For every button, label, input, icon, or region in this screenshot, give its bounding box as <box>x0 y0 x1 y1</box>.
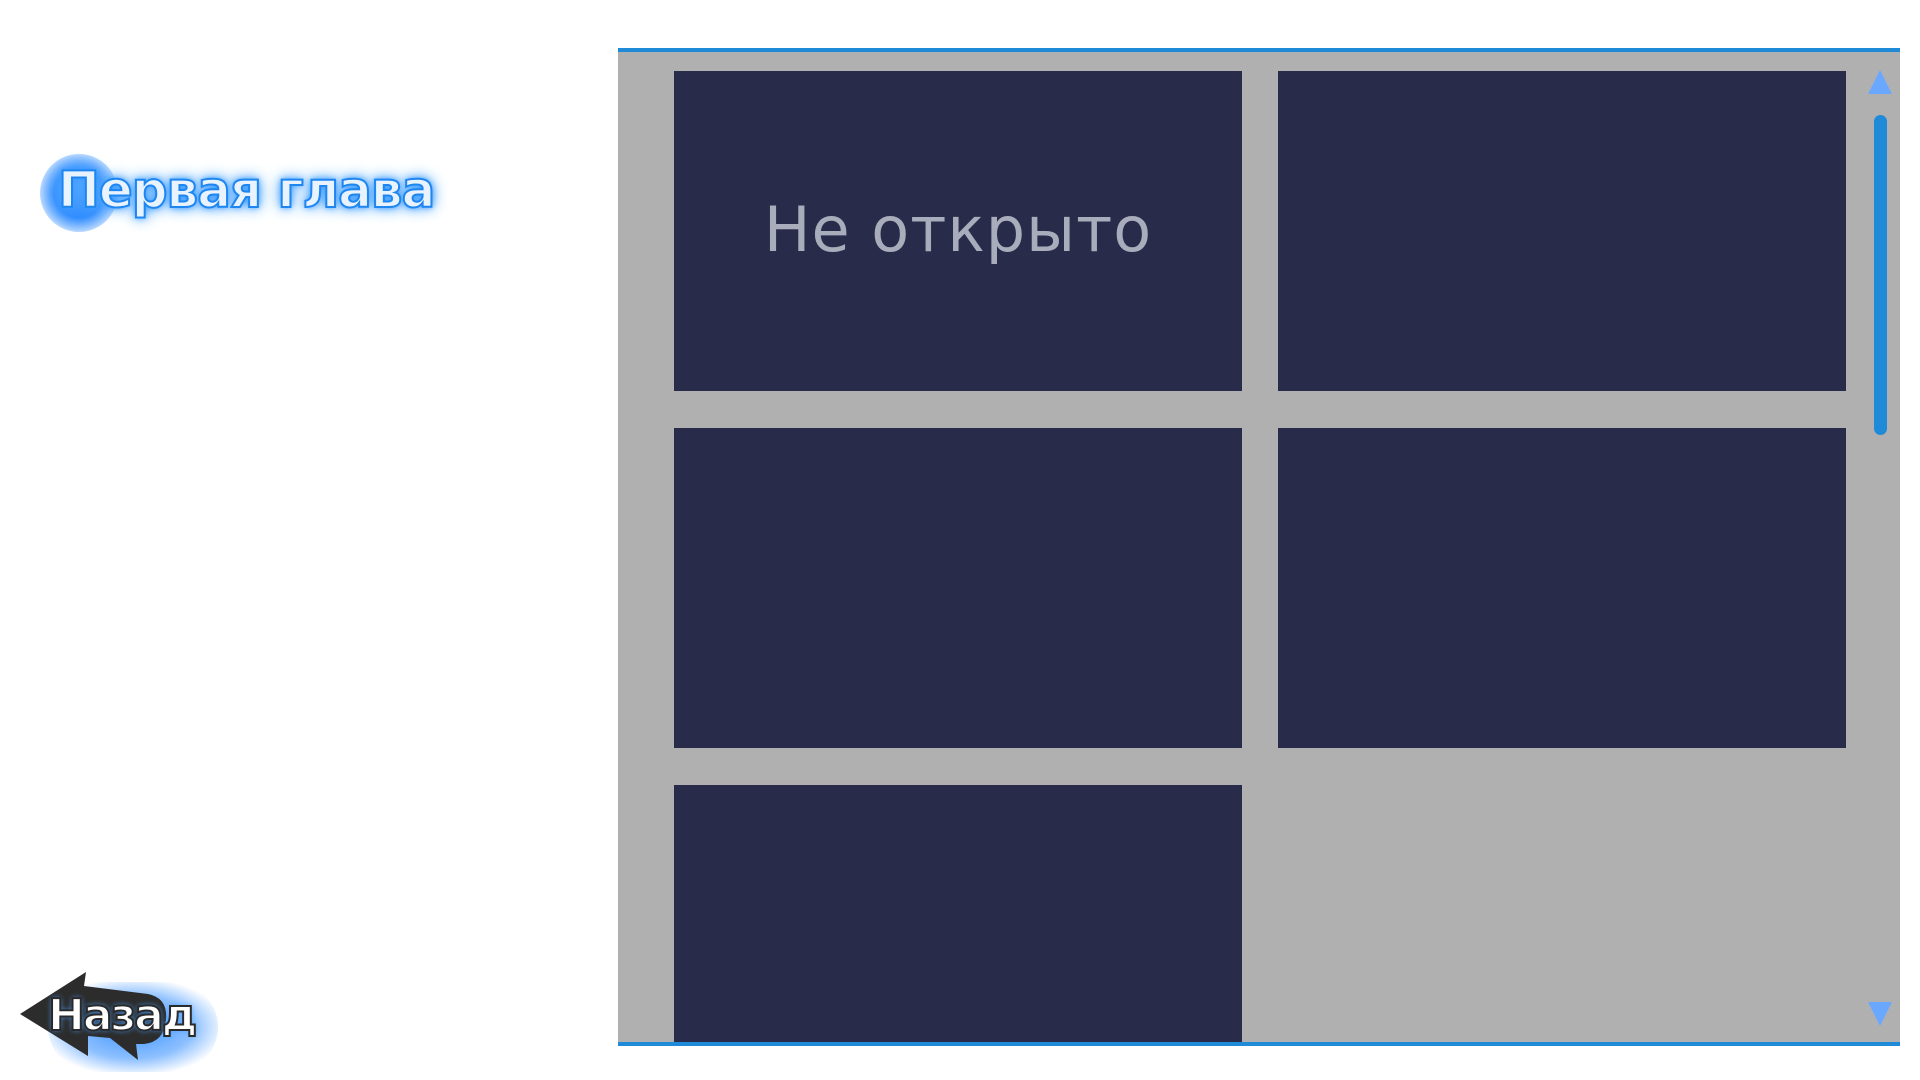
gallery-item-2[interactable] <box>1278 71 1846 391</box>
chapter-button[interactable]: Первая глава <box>40 150 436 232</box>
chapter-label: Первая глава <box>57 160 436 220</box>
back-button[interactable]: Назад <box>18 972 218 1072</box>
scrollbar-thumb[interactable] <box>1874 115 1887 435</box>
gallery-item-1-label: Не открыто <box>763 192 1153 266</box>
gallery-panel: Не открыто <box>618 48 1900 1046</box>
back-label: Назад <box>47 989 198 1042</box>
gallery-item-4[interactable] <box>1278 428 1846 748</box>
gallery-item-5[interactable] <box>674 785 1242 1042</box>
scroll-up-icon[interactable] <box>1868 70 1892 94</box>
gallery-item-3[interactable] <box>674 428 1242 748</box>
scroll-down-icon[interactable] <box>1868 1002 1892 1026</box>
gallery-item-1[interactable]: Не открыто <box>674 71 1242 391</box>
gallery-screen: Первая глава Не открыто Назад <box>0 0 1920 1080</box>
